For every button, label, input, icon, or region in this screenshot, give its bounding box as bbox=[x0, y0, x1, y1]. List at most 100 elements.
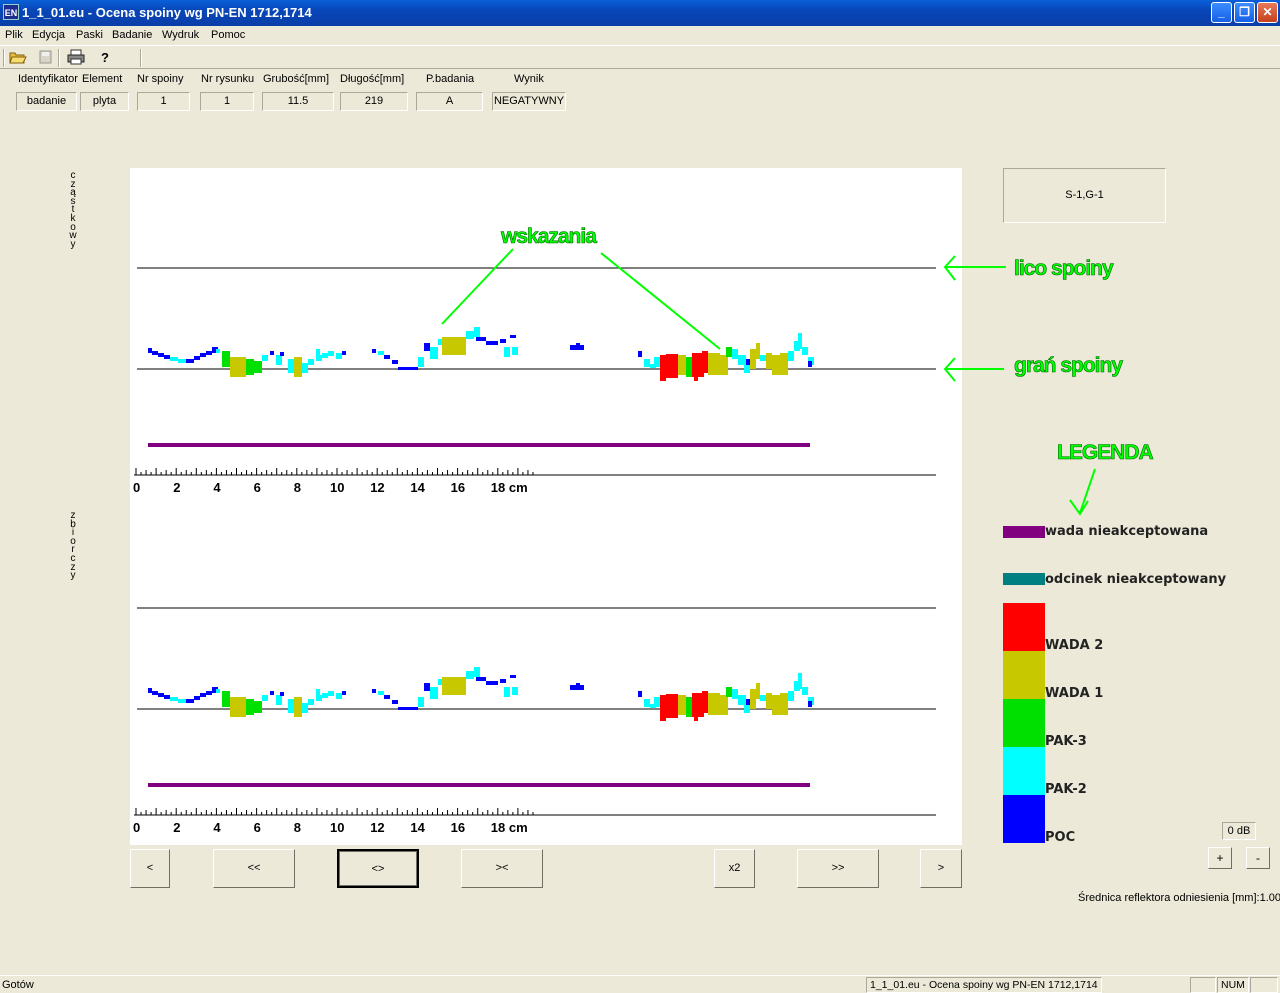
field-p-badania[interactable]: A bbox=[416, 92, 483, 111]
indication-mark bbox=[576, 343, 580, 346]
open-folder-icon[interactable] bbox=[8, 49, 28, 67]
indication-mark bbox=[246, 359, 254, 375]
indication-mark bbox=[510, 675, 516, 678]
menu-badanie[interactable]: Badanie bbox=[112, 29, 152, 41]
gain-plus-button[interactable]: + bbox=[1208, 847, 1232, 869]
x-tick-label: 14 bbox=[410, 480, 425, 495]
annotation-legenda: LEGENDA bbox=[1057, 441, 1154, 464]
legenda-arrow-line bbox=[1079, 468, 1096, 514]
help-icon[interactable]: ? bbox=[95, 49, 115, 67]
close-button[interactable]: ✕ bbox=[1257, 2, 1278, 23]
weld-plot-area: 0 2 4 6 8 10 12 14 16 18 cm 0 2 4 6 8 10 12 14 16 18 cm bbox=[130, 168, 962, 845]
field-dlugosc[interactable]: 219 bbox=[340, 92, 408, 111]
indication-mark bbox=[654, 697, 660, 707]
nav-step-right-button[interactable]: > bbox=[920, 849, 962, 888]
gain-minus-button[interactable]: - bbox=[1246, 847, 1270, 869]
x-tick-label: 6 bbox=[254, 480, 261, 495]
field-nr-spoiny[interactable]: 1 bbox=[137, 92, 190, 111]
indication-mark bbox=[708, 693, 720, 715]
indication-mark bbox=[694, 355, 698, 381]
save-icon[interactable] bbox=[36, 49, 56, 67]
menu-edycja[interactable]: Edycja bbox=[32, 29, 65, 41]
status-empty-panel bbox=[1190, 977, 1216, 993]
legend-swatch-pak3 bbox=[1003, 699, 1045, 747]
nav-fast-right-button[interactable]: >> bbox=[797, 849, 879, 888]
x-tick-label: 12 bbox=[370, 820, 384, 835]
x-tick-label: 16 bbox=[451, 480, 465, 495]
indication-mark bbox=[430, 687, 438, 699]
indication-mark bbox=[246, 699, 254, 715]
indication-mark bbox=[316, 695, 322, 701]
indication-mark bbox=[186, 699, 194, 703]
x-tick-label: 4 bbox=[213, 820, 221, 835]
x-tick-label: 4 bbox=[213, 480, 221, 495]
indication-mark bbox=[206, 351, 212, 355]
indication-mark bbox=[316, 355, 322, 361]
app-icon: EN bbox=[3, 4, 19, 20]
indication-mark bbox=[222, 351, 230, 367]
window-title: 1_1_01.eu - Ocena spoiny wg PN-EN 1712,1… bbox=[22, 5, 312, 20]
menu-plik[interactable]: Plik bbox=[5, 29, 23, 41]
indication-mark bbox=[766, 693, 772, 709]
weld-section-box: S-1,G-1 bbox=[1003, 168, 1166, 223]
minimize-button[interactable]: _ bbox=[1211, 2, 1232, 23]
indication-mark bbox=[702, 351, 708, 373]
indication-mark bbox=[732, 349, 738, 359]
indication-mark bbox=[702, 691, 708, 713]
menu-wydruk[interactable]: Wydruk bbox=[162, 29, 199, 41]
nav-fast-left-button[interactable]: << bbox=[213, 849, 295, 888]
x-tick-label: 10 bbox=[330, 480, 344, 495]
reference-diameter-text: Średnica reflektora odniesienia [mm]:1.0… bbox=[1078, 892, 1280, 904]
x-tick-label: 10 bbox=[330, 820, 344, 835]
indication-mark bbox=[510, 335, 516, 338]
indication-mark bbox=[808, 361, 812, 367]
indication-mark bbox=[720, 355, 728, 375]
indication-mark bbox=[694, 695, 698, 721]
indication-mark bbox=[378, 351, 384, 355]
indication-mark bbox=[638, 351, 642, 357]
indication-mark bbox=[230, 697, 246, 717]
x-tick-label: 8 bbox=[294, 480, 301, 495]
indication-mark bbox=[442, 337, 466, 355]
status-bar: Gotów 1_1_01.eu - Ocena spoiny wg PN-EN … bbox=[0, 975, 1280, 993]
nav-zoom-in-button[interactable]: >< bbox=[461, 849, 543, 888]
menu-paski[interactable]: Paski bbox=[76, 29, 103, 41]
indication-mark bbox=[178, 359, 186, 363]
indication-mark bbox=[418, 357, 424, 367]
maximize-button[interactable]: ❐ bbox=[1234, 2, 1255, 23]
indication-mark bbox=[726, 687, 732, 697]
legend-swatch-wada2 bbox=[1003, 603, 1045, 651]
indication-mark bbox=[798, 673, 802, 689]
x-tick-label: 0 bbox=[133, 820, 140, 835]
indication-mark bbox=[500, 339, 506, 343]
legend-wada1: WADA 1 bbox=[1045, 686, 1104, 701]
indication-mark bbox=[276, 695, 282, 705]
menu-bar: Plik Edycja Paski Badanie Wydruk Pomoc bbox=[0, 26, 1280, 45]
field-nr-rysunku[interactable]: 1 bbox=[200, 92, 254, 111]
annotation-gran-spoiny: grań spoiny bbox=[1014, 354, 1123, 377]
field-grubosc[interactable]: 11.5 bbox=[262, 92, 334, 111]
indication-mark bbox=[678, 355, 686, 375]
indication-mark bbox=[760, 695, 766, 701]
indication-mark bbox=[418, 697, 424, 707]
indication-mark bbox=[216, 689, 220, 693]
gain-display: 0 dB bbox=[1222, 822, 1256, 840]
menu-pomoc[interactable]: Pomoc bbox=[211, 29, 245, 41]
field-wynik[interactable]: NEGATYWNY bbox=[492, 92, 566, 111]
indication-mark bbox=[780, 353, 788, 371]
indication-mark bbox=[322, 353, 328, 358]
indication-mark bbox=[756, 343, 760, 359]
indication-mark bbox=[654, 357, 660, 367]
nav-zoom-out-button[interactable]: <> bbox=[337, 849, 419, 888]
nav-x2-button[interactable]: x2 bbox=[714, 849, 755, 888]
field-identyfikator[interactable]: badanie bbox=[16, 92, 77, 111]
indication-mark bbox=[270, 351, 274, 355]
indication-mark bbox=[802, 687, 808, 695]
indication-mark bbox=[280, 352, 284, 356]
field-element[interactable]: plyta bbox=[80, 92, 129, 111]
print-icon[interactable] bbox=[66, 49, 86, 67]
nav-step-left-button[interactable]: < bbox=[130, 849, 170, 888]
indication-mark bbox=[200, 693, 206, 697]
legend-wada-nieakceptowana: wada nieakceptowana bbox=[1045, 524, 1209, 539]
indication-mark bbox=[216, 349, 220, 353]
